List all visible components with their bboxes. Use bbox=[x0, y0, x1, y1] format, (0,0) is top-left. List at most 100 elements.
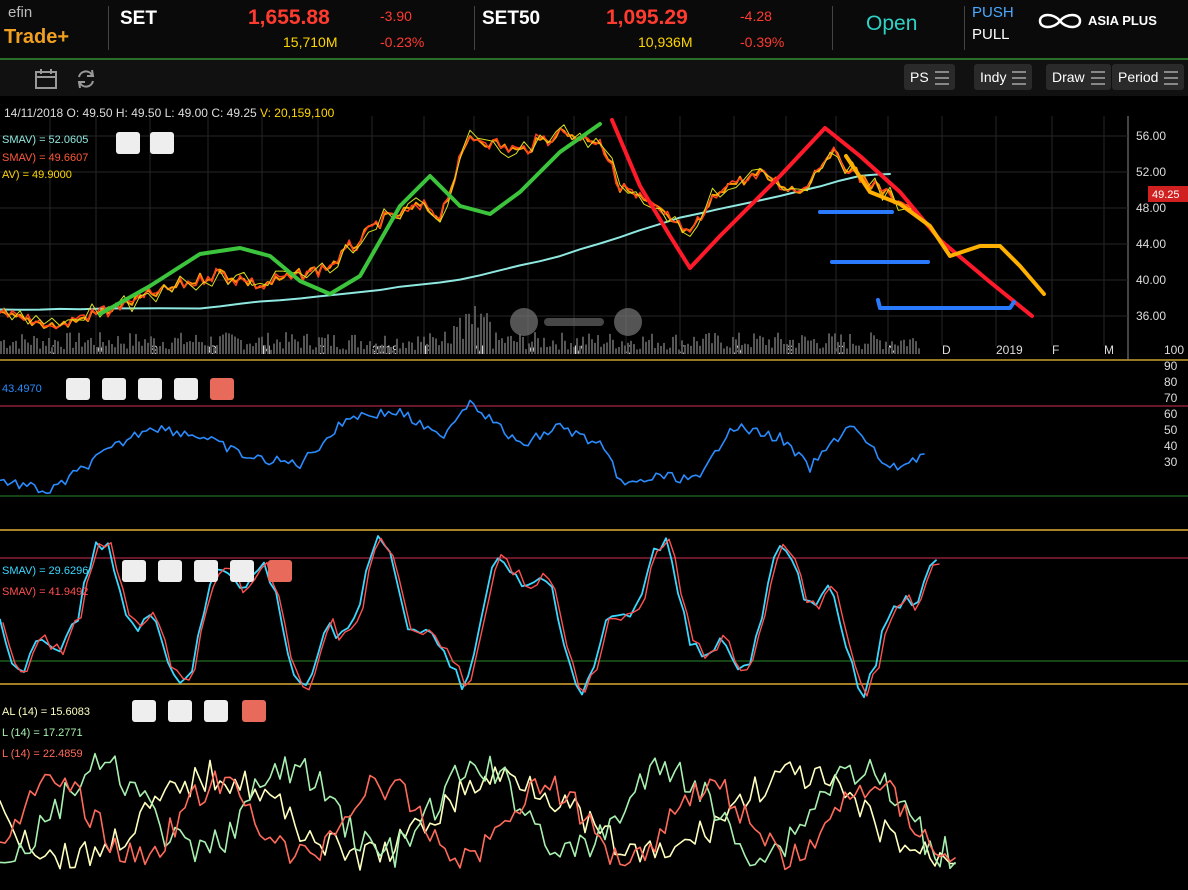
volume-bar bbox=[213, 347, 215, 354]
price-tick-label: 48.00 bbox=[1136, 201, 1166, 215]
menu-icon bbox=[1012, 71, 1027, 86]
volume-bar bbox=[519, 334, 521, 354]
volume-bar bbox=[405, 348, 407, 354]
set-index-name[interactable]: SET bbox=[120, 8, 157, 30]
volume-bar bbox=[120, 343, 122, 354]
volume-bar bbox=[384, 335, 386, 354]
pin-icon[interactable] bbox=[66, 378, 90, 400]
volume-bar bbox=[6, 347, 8, 354]
pin-icon[interactable] bbox=[122, 560, 146, 582]
volume-bar bbox=[435, 338, 437, 354]
volume-bar bbox=[330, 345, 332, 354]
volume-bar bbox=[75, 342, 77, 354]
volume-bar bbox=[681, 340, 683, 354]
volume-bar bbox=[747, 344, 749, 354]
refresh-icon[interactable] bbox=[74, 68, 98, 90]
rsi-tick-label: 90 bbox=[1164, 359, 1178, 373]
volume-bar bbox=[471, 324, 473, 354]
close-icon[interactable] bbox=[242, 700, 266, 722]
volume-bar bbox=[303, 335, 305, 354]
close-icon[interactable] bbox=[210, 378, 234, 400]
volume-bar bbox=[702, 338, 704, 354]
volume-bar bbox=[147, 342, 149, 354]
pull-toggle[interactable]: PULL bbox=[972, 26, 1010, 43]
volume-bar bbox=[51, 347, 53, 354]
push-toggle[interactable]: PUSH bbox=[972, 4, 1014, 21]
volume-bar bbox=[21, 334, 23, 354]
dmi-adx-legend: AL (14) = 15.6083 bbox=[2, 706, 90, 718]
volume-bar bbox=[261, 336, 263, 354]
volume-bar bbox=[459, 317, 461, 354]
draw-button[interactable]: Draw bbox=[1046, 64, 1111, 90]
volume-bar bbox=[375, 343, 377, 354]
sma-short-legend: AV) = 49.9000 bbox=[2, 169, 72, 181]
volume-bar bbox=[744, 343, 746, 354]
volume-bar bbox=[822, 347, 824, 354]
expand-icon[interactable] bbox=[158, 560, 182, 582]
expand-icon[interactable] bbox=[102, 378, 126, 400]
volume-bar bbox=[402, 342, 404, 354]
pin-icon[interactable] bbox=[150, 132, 174, 154]
volume-bar bbox=[417, 336, 419, 354]
volume-bar bbox=[507, 336, 509, 354]
month-label: F bbox=[1052, 343, 1059, 357]
volume-bar bbox=[438, 345, 440, 354]
volume-bar bbox=[414, 349, 416, 354]
volume-bar bbox=[150, 336, 152, 354]
ohlc-high: H: 49.50 bbox=[115, 106, 162, 120]
volume-bar bbox=[327, 334, 329, 354]
brand-name: ASIA PLUS bbox=[1088, 13, 1157, 28]
settings-icon[interactable] bbox=[174, 378, 198, 400]
volume-bar bbox=[465, 313, 467, 354]
rsi-tick-label: 60 bbox=[1164, 407, 1178, 421]
settings-icon[interactable] bbox=[204, 700, 228, 722]
volume-bar bbox=[195, 334, 197, 354]
volume-bar bbox=[873, 335, 875, 354]
volume-bar bbox=[99, 332, 101, 354]
volume-bar bbox=[612, 339, 614, 354]
volume-bar bbox=[582, 336, 584, 354]
zoom-slider bbox=[544, 318, 604, 326]
move-icon[interactable] bbox=[138, 378, 162, 400]
volume-bar bbox=[258, 337, 260, 354]
period-button[interactable]: Period bbox=[1112, 64, 1185, 90]
expand-icon[interactable] bbox=[116, 132, 140, 154]
settings-icon[interactable] bbox=[230, 560, 254, 582]
volume-bar bbox=[837, 341, 839, 354]
indy-button[interactable]: Indy bbox=[974, 64, 1033, 90]
month-label: N bbox=[262, 343, 271, 357]
volume-bar bbox=[264, 345, 266, 354]
volume-bar bbox=[111, 344, 113, 354]
set-index-volume: 15,710M bbox=[283, 34, 338, 50]
volume-bar bbox=[297, 341, 299, 354]
volume-bar bbox=[828, 333, 830, 354]
chart-area[interactable]: 56.0052.0048.0044.0040.0036.0049.25JASON… bbox=[0, 96, 1188, 890]
expand-icon[interactable] bbox=[168, 700, 192, 722]
move-icon[interactable] bbox=[194, 560, 218, 582]
volume-bar bbox=[408, 341, 410, 354]
volume-bar bbox=[915, 341, 917, 354]
volume-bar bbox=[165, 348, 167, 354]
volume-bar bbox=[168, 349, 170, 354]
volume-bar bbox=[741, 345, 743, 354]
ps-button[interactable]: PS bbox=[904, 64, 955, 90]
set50-index-name[interactable]: SET50 bbox=[482, 8, 540, 30]
divider bbox=[964, 6, 965, 50]
pin-icon[interactable] bbox=[132, 700, 156, 722]
volume-bar bbox=[420, 341, 422, 354]
volume-bar bbox=[831, 336, 833, 354]
calendar-icon[interactable] bbox=[34, 68, 58, 90]
volume-bar bbox=[423, 336, 425, 354]
volume-bar bbox=[336, 346, 338, 354]
volume-bar bbox=[705, 334, 707, 354]
volume-bar bbox=[273, 343, 275, 354]
volume-bar bbox=[231, 334, 233, 354]
volume-bar bbox=[714, 332, 716, 354]
volume-bar bbox=[489, 321, 491, 354]
last-price-label: 49.25 bbox=[1152, 189, 1180, 201]
volume-bar bbox=[450, 343, 452, 354]
volume-bar bbox=[561, 332, 563, 354]
volume-bar bbox=[249, 343, 251, 354]
volume-bar bbox=[351, 335, 353, 354]
close-icon[interactable] bbox=[268, 560, 292, 582]
